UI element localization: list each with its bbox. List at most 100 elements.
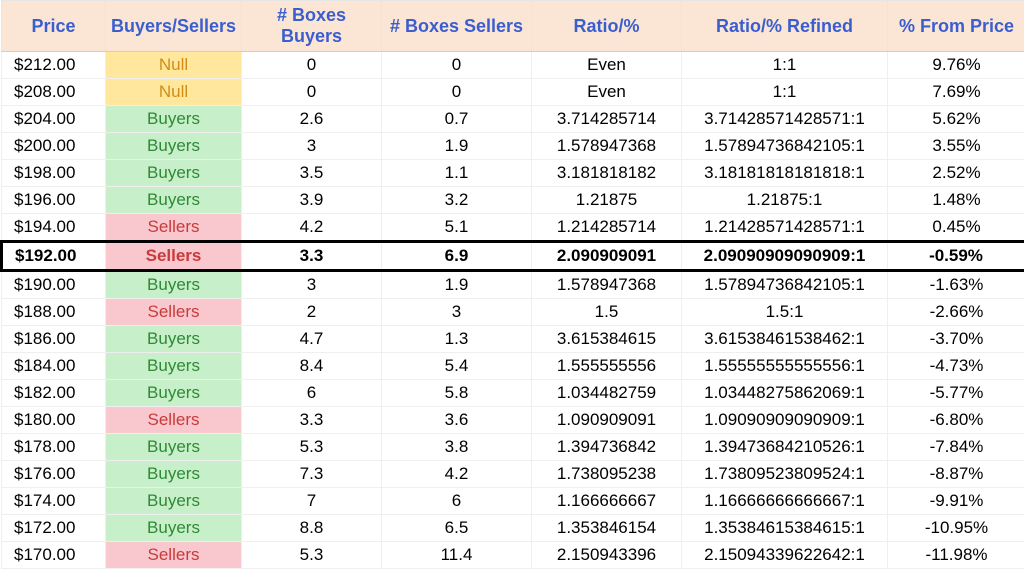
pct-cell: -6.80% (888, 407, 1024, 434)
ratio-cell: 1.034482759 (532, 380, 682, 407)
refined-cell: 3.61538461538462:1 (682, 326, 888, 353)
boxb-cell: 3.9 (242, 187, 382, 214)
price-cell: $170.00 (2, 542, 106, 569)
header-bs: Buyers/Sellers (106, 1, 242, 52)
boxs-cell: 0 (382, 52, 532, 79)
header-boxs: # Boxes Sellers (382, 1, 532, 52)
bs-cell: Sellers (106, 407, 242, 434)
bs-cell: Buyers (106, 488, 242, 515)
bs-cell: Sellers (106, 542, 242, 569)
boxs-cell: 4.2 (382, 461, 532, 488)
boxb-cell: 0 (242, 79, 382, 106)
boxb-cell: 7 (242, 488, 382, 515)
boxb-cell: 2 (242, 299, 382, 326)
ratio-cell: 1.578947368 (532, 271, 682, 299)
price-cell: $208.00 (2, 79, 106, 106)
price-cell: $184.00 (2, 353, 106, 380)
price-cell: $198.00 (2, 160, 106, 187)
boxb-cell: 2.6 (242, 106, 382, 133)
refined-cell: 1.57894736842105:1 (682, 271, 888, 299)
pct-cell: 5.62% (888, 106, 1024, 133)
pct-cell: 0.45% (888, 214, 1024, 242)
price-cell: $178.00 (2, 434, 106, 461)
boxb-cell: 3 (242, 133, 382, 160)
table-row: $178.00Buyers5.33.81.3947368421.39473684… (2, 434, 1024, 461)
boxs-cell: 1.9 (382, 271, 532, 299)
bs-cell: Sellers (106, 242, 242, 271)
boxb-cell: 5.3 (242, 434, 382, 461)
boxb-cell: 4.7 (242, 326, 382, 353)
table-row: $172.00Buyers8.86.51.3538461541.35384615… (2, 515, 1024, 542)
refined-cell: 1.35384615384615:1 (682, 515, 888, 542)
ratio-cell: 1.21875 (532, 187, 682, 214)
refined-cell: 1.21875:1 (682, 187, 888, 214)
refined-cell: 2.15094339622642:1 (682, 542, 888, 569)
ratio-cell: 2.150943396 (532, 542, 682, 569)
boxs-cell: 1.1 (382, 160, 532, 187)
price-cell: $172.00 (2, 515, 106, 542)
table-row: $198.00Buyers3.51.13.1818181823.18181818… (2, 160, 1024, 187)
boxb-cell: 3.3 (242, 407, 382, 434)
header-row: Price Buyers/Sellers # Boxes Buyers # Bo… (2, 1, 1024, 52)
refined-cell: 1.73809523809524:1 (682, 461, 888, 488)
bs-cell: Buyers (106, 461, 242, 488)
pct-cell: 2.52% (888, 160, 1024, 187)
ratio-cell: 3.615384615 (532, 326, 682, 353)
bs-cell: Null (106, 52, 242, 79)
bs-cell: Buyers (106, 434, 242, 461)
boxs-cell: 5.1 (382, 214, 532, 242)
bs-cell: Buyers (106, 106, 242, 133)
bs-cell: Buyers (106, 160, 242, 187)
boxb-cell: 3.5 (242, 160, 382, 187)
price-cell: $200.00 (2, 133, 106, 160)
ratio-cell: 1.578947368 (532, 133, 682, 160)
boxs-cell: 11.4 (382, 542, 532, 569)
pct-cell: 9.76% (888, 52, 1024, 79)
price-cell: $190.00 (2, 271, 106, 299)
ratio-cell: 1.214285714 (532, 214, 682, 242)
bs-cell: Buyers (106, 326, 242, 353)
pct-cell: 7.69% (888, 79, 1024, 106)
table-row: $196.00Buyers3.93.21.218751.21875:11.48% (2, 187, 1024, 214)
header-boxb: # Boxes Buyers (242, 1, 382, 52)
bs-cell: Null (106, 79, 242, 106)
price-cell: $176.00 (2, 461, 106, 488)
ratio-cell: 2.090909091 (532, 242, 682, 271)
boxs-cell: 6.9 (382, 242, 532, 271)
price-cell: $204.00 (2, 106, 106, 133)
pct-cell: 1.48% (888, 187, 1024, 214)
bs-cell: Sellers (106, 299, 242, 326)
table-row: $192.00Sellers3.36.92.0909090912.0909090… (2, 242, 1024, 271)
ratio-cell: 1.166666667 (532, 488, 682, 515)
refined-cell: 1.03448275862069:1 (682, 380, 888, 407)
boxs-cell: 6 (382, 488, 532, 515)
boxs-cell: 1.9 (382, 133, 532, 160)
boxs-cell: 5.4 (382, 353, 532, 380)
pct-cell: -2.66% (888, 299, 1024, 326)
ratio-cell: 1.738095238 (532, 461, 682, 488)
pct-cell: -8.87% (888, 461, 1024, 488)
pct-cell: -1.63% (888, 271, 1024, 299)
price-cell: $194.00 (2, 214, 106, 242)
refined-cell: 1.21428571428571:1 (682, 214, 888, 242)
price-cell: $212.00 (2, 52, 106, 79)
boxs-cell: 5.8 (382, 380, 532, 407)
boxs-cell: 0.7 (382, 106, 532, 133)
table-row: $174.00Buyers761.1666666671.166666666666… (2, 488, 1024, 515)
header-price: Price (2, 1, 106, 52)
bs-cell: Buyers (106, 271, 242, 299)
pct-cell: -3.70% (888, 326, 1024, 353)
table-row: $204.00Buyers2.60.73.7142857143.71428571… (2, 106, 1024, 133)
pct-cell: -7.84% (888, 434, 1024, 461)
table-row: $188.00Sellers231.51.5:1-2.66% (2, 299, 1024, 326)
bs-cell: Buyers (106, 133, 242, 160)
refined-cell: 1.16666666666667:1 (682, 488, 888, 515)
pct-cell: 3.55% (888, 133, 1024, 160)
ratio-cell: 3.714285714 (532, 106, 682, 133)
refined-cell: 1.5:1 (682, 299, 888, 326)
bs-cell: Sellers (106, 214, 242, 242)
ratio-cell: 1.555555556 (532, 353, 682, 380)
table-row: $200.00Buyers31.91.5789473681.5789473684… (2, 133, 1024, 160)
price-cell: $186.00 (2, 326, 106, 353)
boxs-cell: 6.5 (382, 515, 532, 542)
